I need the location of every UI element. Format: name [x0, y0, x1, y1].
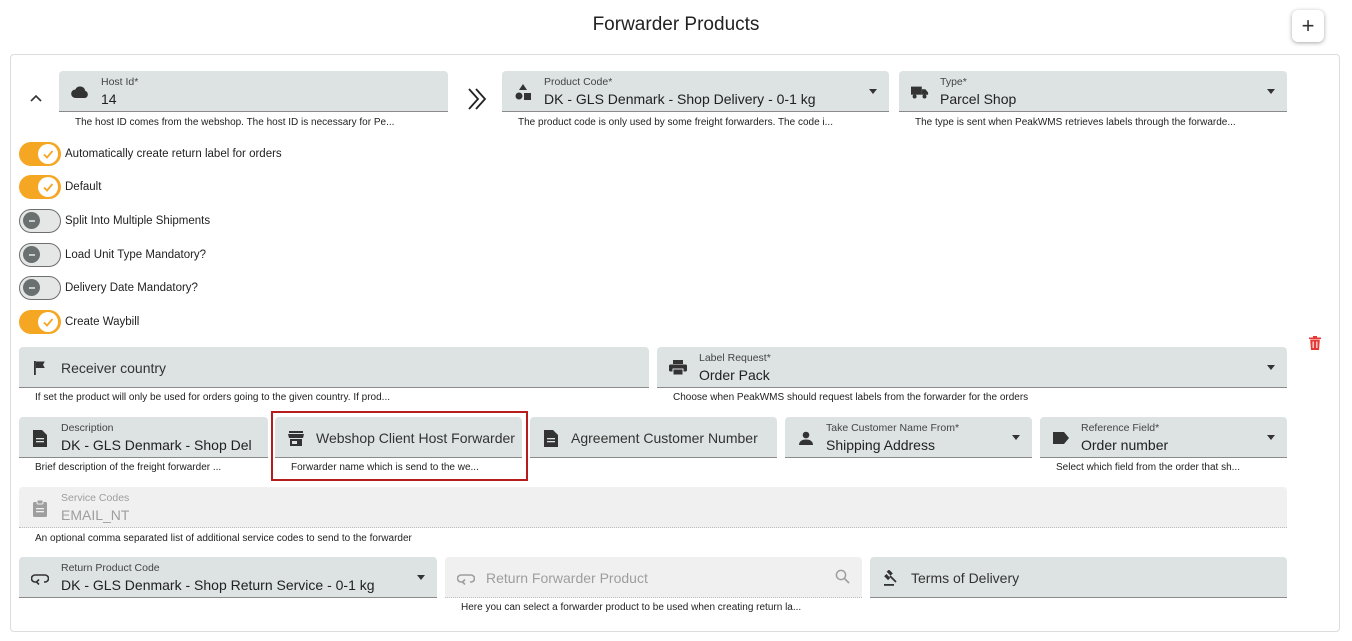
toggle-load-unit-type[interactable]: Load Unit Type Mandatory?	[19, 242, 206, 268]
printer-icon	[669, 359, 687, 377]
terms-of-delivery-field[interactable]: Terms of Delivery	[870, 557, 1287, 598]
minus-icon	[28, 286, 35, 289]
search-icon[interactable]	[835, 569, 850, 584]
highlight-box	[271, 411, 528, 481]
return-product-code-value: DK - GLS Denmark - Shop Return Service -…	[61, 577, 375, 593]
toggle-label: Create Waybill	[65, 316, 140, 328]
type-label: Type*	[940, 76, 967, 88]
label-request-value: Order Pack	[699, 367, 770, 383]
return-arrow-icon	[31, 569, 49, 587]
gavel-icon	[882, 569, 900, 587]
toggle-create-waybill[interactable]: Create Waybill	[19, 309, 139, 335]
clipboard-icon	[31, 499, 49, 517]
label-request-hint: Choose when PeakWMS should request label…	[673, 392, 1029, 403]
plus-icon: +	[1301, 13, 1315, 38]
toggle-switch[interactable]	[19, 142, 61, 166]
person-icon	[797, 429, 815, 447]
toggle-split-shipments[interactable]: Split Into Multiple Shipments	[19, 208, 210, 234]
toggle-label: Default	[65, 181, 102, 193]
host-id-field[interactable]: Host Id* 14	[59, 71, 448, 112]
return-forwarder-product-field[interactable]: Return Forwarder Product	[445, 557, 862, 598]
document-icon	[31, 429, 49, 447]
service-codes-field[interactable]: Service Codes EMAIL_NT	[19, 487, 1287, 528]
page-title: Forwarder Products	[592, 14, 760, 35]
minus-icon	[28, 253, 35, 256]
toggle-switch[interactable]	[19, 243, 61, 267]
take-customer-name-from-value: Shipping Address	[826, 437, 935, 453]
reference-field-value: Order number	[1081, 437, 1169, 453]
description-hint: Brief description of the freight forward…	[35, 462, 222, 473]
type-select[interactable]: Type* Parcel Shop	[899, 71, 1287, 112]
chevron-up-icon[interactable]	[29, 93, 43, 103]
product-code-value: DK - GLS Denmark - Shop Delivery - 0-1 k…	[544, 91, 816, 107]
minus-icon	[28, 219, 35, 222]
flag-icon	[31, 359, 49, 377]
description-label: Description	[61, 422, 114, 434]
type-value: Parcel Shop	[940, 91, 1017, 107]
delete-icon[interactable]	[1309, 336, 1321, 350]
receiver-country-hint: If set the product will only be used for…	[35, 392, 391, 403]
dropdown-arrow-icon	[1267, 435, 1275, 440]
host-id-value: 14	[101, 91, 117, 107]
dropdown-arrow-icon	[869, 89, 877, 94]
take-customer-name-from-label: Take Customer Name From*	[826, 422, 960, 434]
dropdown-arrow-icon	[417, 575, 425, 580]
return-product-code-label: Return Product Code	[61, 562, 160, 574]
label-request-select[interactable]: Label Request* Order Pack	[657, 347, 1287, 388]
toggle-delivery-date[interactable]: Delivery Date Mandatory?	[19, 275, 198, 301]
toggle-label: Split Into Multiple Shipments	[65, 215, 211, 227]
return-forwarder-product-placeholder: Return Forwarder Product	[486, 570, 648, 586]
toggle-switch[interactable]	[19, 175, 61, 199]
description-field[interactable]: Description DK - GLS Denmark - Shop Del	[19, 417, 268, 458]
return-forwarder-product-hint: Here you can select a forwarder product …	[461, 602, 802, 613]
add-button[interactable]: +	[1292, 10, 1324, 42]
check-icon	[43, 183, 54, 192]
toggle-auto-return-label[interactable]: Automatically create return label for or…	[19, 141, 282, 167]
shapes-icon	[514, 83, 532, 101]
agreement-customer-number-placeholder: Agreement Customer Number	[571, 430, 758, 446]
document-icon	[542, 429, 560, 447]
receiver-country-placeholder: Receiver country	[61, 360, 167, 376]
toggle-label: Delivery Date Mandatory?	[65, 282, 198, 294]
toggle-switch[interactable]	[19, 209, 61, 233]
toggle-label: Load Unit Type Mandatory?	[65, 249, 207, 261]
service-codes-hint: An optional comma separated list of addi…	[35, 533, 412, 544]
toggle-switch[interactable]	[19, 276, 61, 300]
dropdown-arrow-icon	[1267, 365, 1275, 370]
service-codes-label: Service Codes	[61, 492, 130, 504]
truck-icon	[911, 83, 929, 101]
label-request-label: Label Request*	[699, 352, 771, 364]
dropdown-arrow-icon	[1267, 89, 1275, 94]
toggle-label: Automatically create return label for or…	[65, 148, 282, 160]
reference-field-label: Reference Field*	[1081, 422, 1160, 434]
receiver-country-field[interactable]: Receiver country	[19, 347, 649, 388]
product-code-hint: The product code is only used by some fr…	[518, 117, 833, 128]
double-chevron-right-icon	[465, 87, 489, 111]
host-id-hint: The host ID comes from the webshop. The …	[75, 117, 395, 128]
toggle-switch[interactable]	[19, 310, 61, 334]
host-id-label: Host Id*	[101, 76, 139, 88]
product-code-select[interactable]: Product Code* DK - GLS Denmark - Shop De…	[502, 71, 889, 112]
return-product-code-select[interactable]: Return Product Code DK - GLS Denmark - S…	[19, 557, 437, 598]
service-codes-value: EMAIL_NT	[61, 507, 130, 523]
terms-of-delivery-placeholder: Terms of Delivery	[911, 570, 1020, 586]
agreement-customer-number-field[interactable]: Agreement Customer Number	[530, 417, 777, 458]
type-hint: The type is sent when PeakWMS retrieves …	[915, 117, 1236, 128]
reference-field-select[interactable]: Reference Field* Order number	[1040, 417, 1287, 458]
label-tag-icon	[1052, 429, 1070, 447]
take-customer-name-from-select[interactable]: Take Customer Name From* Shipping Addres…	[785, 417, 1032, 458]
dropdown-arrow-icon	[1012, 435, 1020, 440]
product-code-label: Product Code*	[544, 76, 613, 88]
check-icon	[43, 318, 54, 327]
toggle-default[interactable]: Default	[19, 174, 101, 200]
description-value: DK - GLS Denmark - Shop Del	[61, 437, 252, 453]
reference-field-hint: Select which field from the order that s…	[1056, 462, 1240, 473]
check-icon	[43, 150, 54, 159]
return-arrow-icon	[457, 569, 475, 587]
cloud-icon	[71, 83, 89, 101]
